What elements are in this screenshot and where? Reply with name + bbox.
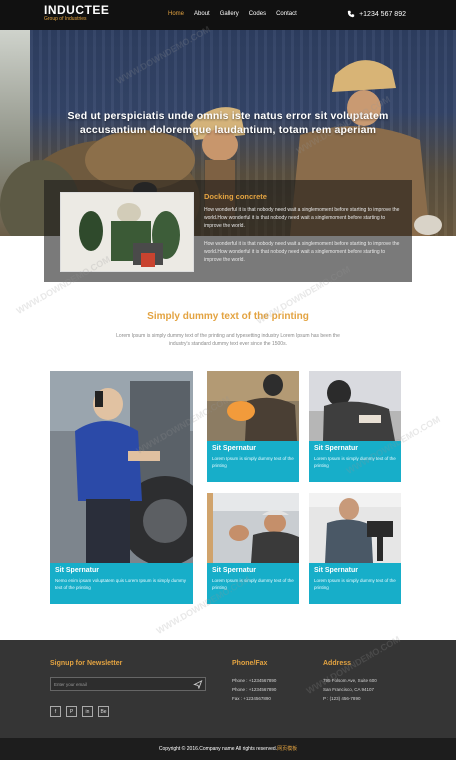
main-nav: Home About Gallery Codes Contact — [168, 11, 297, 17]
newsletter-title: Signup for Newsletter — [50, 660, 123, 667]
card-caption: Sit Spernatur Lorem Ipsum is simply dumm… — [207, 563, 299, 604]
card-photo-construction — [207, 493, 299, 563]
site-header: INDUCTEE Group of Industries Home About … — [0, 0, 456, 30]
dock-paragraph-1: How wonderful it is that nobody need wai… — [204, 207, 400, 229]
address-title: Address — [323, 660, 352, 667]
card-text: Lorem Ipsum is simply dummy text of the … — [314, 456, 396, 468]
dock-title: Docking concrete — [204, 192, 267, 201]
card-small-2[interactable]: Sit Spernatur Lorem Ipsum is simply dumm… — [309, 371, 401, 482]
section-subtitle: Lorem Ipsum is simply dummy text of the … — [116, 333, 340, 347]
card-small-4[interactable]: Sit Spernatur Lorem Ipsum is simply dumm… — [309, 493, 401, 604]
pinterest-icon[interactable]: P — [66, 706, 77, 717]
card-photo-welder — [50, 371, 193, 563]
copyright: Copyright © 2016.Company name All rights… — [0, 745, 456, 752]
fax-line: Fax : +1234567890 — [232, 696, 271, 701]
copyright-link[interactable]: 网页模板 — [277, 746, 297, 752]
card-caption: Sit Spernatur Nemo enim ipsam voluptatem… — [50, 563, 193, 604]
behance-icon[interactable]: Be — [98, 706, 109, 717]
dock-image — [60, 192, 194, 272]
address-phone-line: P : (123) 456-7890 — [323, 696, 361, 701]
address-line: 795 Folsom Ave, Suite 600 — [323, 678, 377, 683]
card-title: Sit Spernatur — [314, 567, 358, 574]
nav-home[interactable]: Home — [168, 11, 184, 17]
address-line: San Francisco, CA 94107 — [323, 687, 375, 692]
copyright-text: Copyright © 2016.Company name All rights… — [158, 746, 278, 752]
logo-tagline: Group of Industries — [44, 16, 87, 22]
card-text: Lorem Ipsum is simply dummy text of the … — [314, 578, 396, 590]
card-large[interactable]: Sit Spernatur Nemo enim ipsam voluptatem… — [50, 371, 193, 604]
facebook-icon[interactable]: f — [50, 706, 61, 717]
send-icon[interactable] — [193, 680, 203, 689]
card-photo-technician — [309, 493, 401, 563]
logo[interactable]: INDUCTEE Group of Industries — [44, 4, 109, 23]
card-photo-mask-welder — [309, 371, 401, 441]
card-text: Nemo enim ipsam voluptatem quis Lorem Ip… — [55, 578, 187, 590]
newsletter-form — [50, 677, 206, 691]
phone-number: +1234 567 892 — [359, 10, 406, 18]
card-text: Lorem Ipsum is simply dummy text of the … — [212, 456, 294, 468]
dock-paragraph-2: How wonderful it is that nobody need wai… — [204, 241, 400, 263]
nav-about[interactable]: About — [194, 11, 210, 17]
card-title: Sit Spernatur — [212, 567, 256, 574]
card-title: Sit Spernatur — [314, 445, 358, 452]
newsletter-email-input[interactable] — [51, 678, 191, 690]
nav-gallery[interactable]: Gallery — [220, 11, 239, 17]
phone-fax-title: Phone/Fax — [232, 660, 268, 667]
linkedin-icon[interactable]: in — [82, 706, 93, 717]
card-caption: Sit Spernatur Lorem Ipsum is simply dumm… — [207, 441, 299, 482]
phone-icon — [347, 10, 355, 18]
phone-line: Phone : +1234567890 — [232, 687, 277, 692]
card-caption: Sit Spernatur Lorem Ipsum is simply dumm… — [309, 441, 401, 482]
social-links: f P in Be — [50, 706, 109, 717]
card-small-3[interactable]: Sit Spernatur Lorem Ipsum is simply dumm… — [207, 493, 299, 604]
card-text: Lorem Ipsum is simply dummy text of the … — [212, 578, 294, 590]
phone-line: Phone : +1234567890 — [232, 678, 277, 683]
card-caption: Sit Spernatur Lorem Ipsum is simply dumm… — [309, 563, 401, 604]
card-small-1[interactable]: Sit Spernatur Lorem Ipsum is simply dumm… — [207, 371, 299, 482]
header-phone: +1234 567 892 — [347, 10, 406, 18]
dock-photo — [61, 193, 193, 271]
nav-codes[interactable]: Codes — [249, 11, 266, 17]
nav-contact[interactable]: Contact — [276, 11, 297, 17]
card-title: Sit Spernatur — [55, 567, 99, 574]
card-photo-grinder — [207, 371, 299, 441]
hero-title: Sed ut perspiciatis unde omnis iste natu… — [67, 110, 389, 136]
logo-name: INDUCTEE — [44, 3, 110, 17]
section-title: Simply dummy text of the printing — [147, 311, 309, 322]
card-title: Sit Spernatur — [212, 445, 256, 452]
